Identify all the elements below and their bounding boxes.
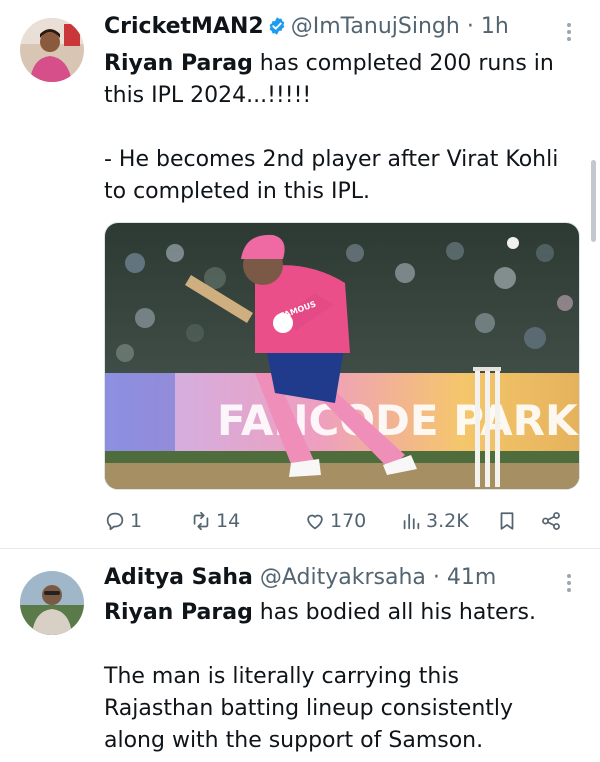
tweet-1[interactable]: CricketMAN2 @ImTanujSingh · 1h Riyan Para… <box>0 0 600 548</box>
tweet-text: Riyan Parag has completed 200 runs in th… <box>104 48 574 208</box>
mention-name: Riyan Parag <box>104 600 253 625</box>
view-count: 3.2K <box>426 510 469 532</box>
retweet-count: 14 <box>216 510 241 532</box>
handle[interactable]: @ImTanujSingh <box>291 14 460 39</box>
retweet-icon <box>193 511 209 531</box>
avatar[interactable] <box>20 571 84 635</box>
like-button[interactable]: 170 <box>304 505 366 537</box>
reply-button[interactable]: 1 <box>104 505 142 537</box>
views-chart-icon <box>403 513 420 530</box>
tweet-text-line: this IPL 2024...!!!!! <box>104 83 312 108</box>
tweet-text-line: has bodied all his haters. <box>252 600 536 625</box>
more-options-icon[interactable] <box>564 20 574 44</box>
retweet-button[interactable]: 14 <box>190 505 240 537</box>
tweet-text-line: along with the support of Samson. <box>104 728 484 753</box>
heart-icon <box>307 514 323 530</box>
like-count: 170 <box>330 510 367 532</box>
display-name[interactable]: CricketMAN2 <box>104 14 264 39</box>
separator-dot: · <box>432 565 440 590</box>
share-icon <box>542 512 560 530</box>
tweet-text: Riyan Parag has bodied all his haters. T… <box>104 597 574 757</box>
tweet-text-line: has completed 200 runs in <box>252 51 554 76</box>
timestamp[interactable]: 1h <box>481 14 509 39</box>
avatar[interactable] <box>20 18 84 82</box>
tweet-header: CricketMAN2 @ImTanujSingh · 1h <box>104 12 509 42</box>
more-options-icon[interactable] <box>564 571 574 595</box>
reply-icon <box>106 512 124 531</box>
tweet-text-line: to completed in this IPL. <box>104 179 370 204</box>
tweet-media-image[interactable]: FANCODE PARK MY <box>104 222 580 490</box>
tweet-text-line: The man is literally carrying this <box>104 664 459 689</box>
tweet-text-line: Rajasthan batting lineup consistently <box>104 696 514 721</box>
scrollbar[interactable] <box>591 160 596 242</box>
separator-dot: · <box>466 14 474 39</box>
bookmark-icon <box>500 512 514 530</box>
verified-badge-icon <box>267 15 287 35</box>
tweet-2[interactable]: Aditya Saha @Adityakrsaha · 41m Riyan Pa… <box>0 549 600 762</box>
reply-count: 1 <box>130 510 143 532</box>
tweet-header: Aditya Saha @Adityakrsaha · 41m <box>104 563 496 593</box>
tweet-text-line: - He becomes 2nd player after Virat Kohl… <box>104 147 559 172</box>
share-button[interactable] <box>540 505 562 537</box>
handle[interactable]: @Adityakrsaha <box>260 565 426 590</box>
tweet-actions: 1 14 170 3.2K <box>104 505 574 537</box>
timestamp[interactable]: 41m <box>447 565 496 590</box>
bookmark-button[interactable] <box>496 505 518 537</box>
views-button[interactable]: 3.2K <box>400 505 469 537</box>
display-name[interactable]: Aditya Saha <box>104 565 253 590</box>
mention-name: Riyan Parag <box>104 51 253 76</box>
